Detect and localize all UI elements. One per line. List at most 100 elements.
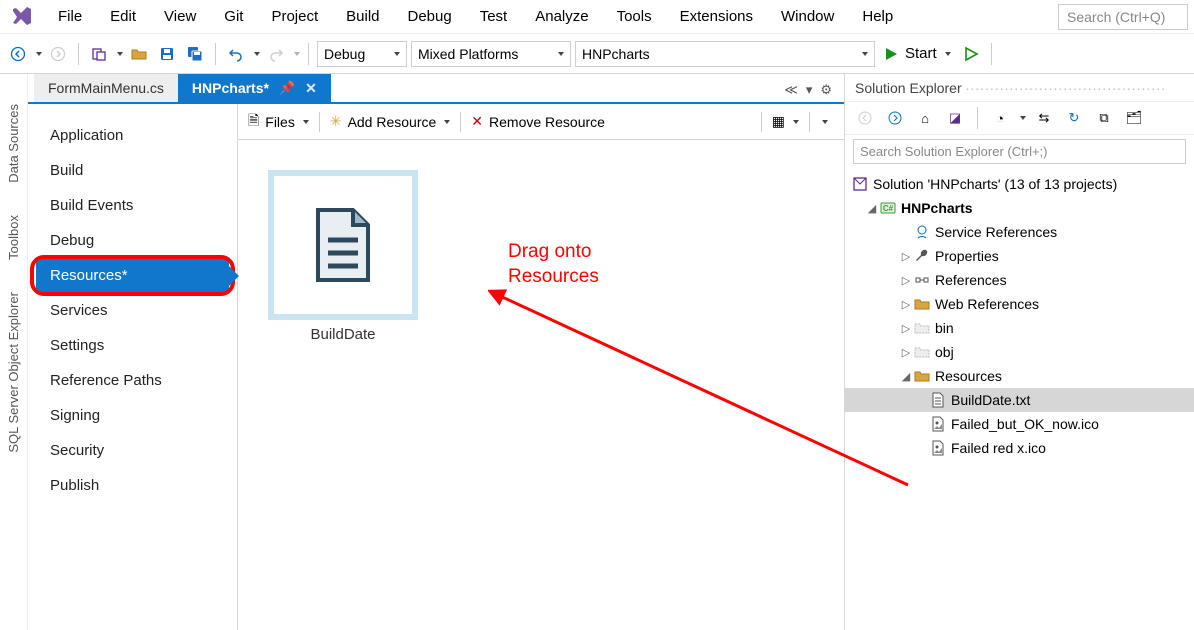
tree-folder[interactable]: ▷ Properties [845,244,1194,268]
sync-icon[interactable]: ⇆ [1032,106,1056,130]
resource-item[interactable]: BuildDate [268,170,418,343]
svg-text:C#: C# [883,204,894,213]
chevron-down-icon[interactable] [444,120,450,124]
access-modifier-dropdown[interactable]: ▦ [772,113,785,130]
back-icon[interactable] [853,106,877,130]
close-icon[interactable]: ✕ [305,80,317,97]
new-project-button[interactable] [87,42,111,66]
copy-icon[interactable]: 🗎 [248,110,259,134]
tree-folder[interactable]: ▷References [845,268,1194,292]
menu-item-extensions[interactable]: Extensions [666,2,767,31]
remove-icon[interactable]: ✕ [471,113,483,130]
document-tab[interactable]: HNPcharts* 📌 ✕ [178,74,331,102]
chevron-down-icon[interactable] [1020,116,1026,120]
menu-item-analyze[interactable]: Analyze [521,2,602,31]
resource-type-dropdown[interactable]: Files [265,114,295,130]
expander-icon[interactable]: ▷ [899,346,913,359]
start-without-debug-button[interactable] [959,42,983,66]
home-icon[interactable]: ⌂ [913,106,937,130]
prop-nav-item[interactable]: Resources* [36,258,229,293]
rail-sql-explorer[interactable]: SQL Server Object Explorer [6,284,21,461]
tree-folder[interactable]: ▷bin [845,316,1194,340]
menu-item-project[interactable]: Project [257,2,332,31]
new-icon[interactable]: ✳ [330,113,342,130]
show-all-files-icon[interactable]: 🗂 [1122,106,1146,130]
menu-item-test[interactable]: Test [466,2,522,31]
prop-nav-item[interactable]: Build [36,153,229,188]
undo-button[interactable] [224,42,248,66]
project-node[interactable]: ◢ C# HNPcharts [845,196,1194,220]
tree-service[interactable]: Service References [845,220,1194,244]
quick-search-input[interactable]: Search (Ctrl+Q) [1058,4,1188,30]
menu-item-edit[interactable]: Edit [96,2,150,31]
solution-config-combo[interactable]: Debug [317,41,407,67]
active-files-dropdown-icon[interactable]: ▾ [806,82,813,98]
menu-item-help[interactable]: Help [848,2,907,31]
menu-item-file[interactable]: File [44,2,96,31]
menu-item-window[interactable]: Window [767,2,848,31]
prop-nav-item[interactable]: Application [36,118,229,153]
save-all-button[interactable] [183,42,207,66]
forward-icon[interactable] [883,106,907,130]
prop-nav-item[interactable]: Build Events [36,188,229,223]
chevron-down-icon[interactable] [117,52,123,56]
expander-icon[interactable]: ◢ [899,370,913,383]
prop-nav-item[interactable]: Publish [36,468,229,503]
menu-item-build[interactable]: Build [332,2,393,31]
menu-item-view[interactable]: View [150,2,210,31]
document-tab[interactable]: FormMainMenu.cs [34,74,178,102]
start-debugging-button[interactable]: Start [879,43,955,64]
rail-toolbox[interactable]: Toolbox [6,207,21,268]
prop-nav-item[interactable]: Signing [36,398,229,433]
solution-platform-combo[interactable]: Mixed Platforms [411,41,571,67]
prop-nav-item[interactable]: Reference Paths [36,363,229,398]
refresh-icon[interactable]: ↻ [1062,106,1086,130]
expander-icon[interactable]: ▷ [899,274,913,287]
expander-icon[interactable]: ▷ [899,298,913,311]
chevron-down-icon[interactable] [294,52,300,56]
prop-nav-item[interactable]: Debug [36,223,229,258]
resource-surface[interactable]: BuildDate Drag ontoResources [238,140,844,630]
tree-folder[interactable]: ◢ Resources [845,364,1194,388]
expander-icon[interactable]: ◢ [865,202,879,215]
chevron-down-icon[interactable] [254,52,260,56]
tree-file[interactable]: BuildDate.txt [845,388,1194,412]
nav-forward-button[interactable] [46,42,70,66]
expander-icon[interactable]: ▷ [899,322,913,335]
pending-changes-filter-icon[interactable]: ◔ [988,106,1012,130]
tree-node-label: Properties [935,248,999,264]
solution-node[interactable]: Solution 'HNPcharts' (13 of 13 projects) [845,172,1194,196]
chevron-down-icon[interactable] [793,120,799,124]
expander-icon[interactable]: ▷ [899,250,913,263]
solution-search-input[interactable]: Search Solution Explorer (Ctrl+;) [853,139,1186,164]
tree-folder[interactable]: ▷obj [845,340,1194,364]
tree-node-label: Service References [935,224,1057,240]
open-file-button[interactable] [127,42,151,66]
collapse-all-icon[interactable]: ⧉ [1092,106,1116,130]
save-button[interactable] [155,42,179,66]
prop-nav-item[interactable]: Settings [36,328,229,363]
tree-file[interactable]: Failed red x.ico [845,436,1194,460]
tree-folder[interactable]: ▷Web References [845,292,1194,316]
chevron-down-icon[interactable] [822,120,828,124]
switch-views-icon[interactable]: ◪ [943,106,967,130]
menu-item-debug[interactable]: Debug [394,2,466,31]
prop-nav-item[interactable]: Security [36,433,229,468]
prop-nav-item[interactable]: Services [36,293,229,328]
redo-button[interactable] [264,42,288,66]
folder-icon [913,295,931,313]
pin-icon[interactable]: 📌 [279,80,295,96]
chevron-down-icon[interactable] [36,52,42,56]
tree-node-label: Resources [935,368,1002,384]
rail-data-sources[interactable]: Data Sources [6,96,21,191]
startup-project-combo[interactable]: HNPcharts [575,41,875,67]
scroll-tabs-icon[interactable]: ≪ [784,82,798,98]
chevron-down-icon[interactable] [303,120,309,124]
menu-item-tools[interactable]: Tools [603,2,666,31]
tree-file[interactable]: Failed_but_OK_now.ico [845,412,1194,436]
gear-icon[interactable]: ⚙ [820,82,832,98]
menu-item-git[interactable]: Git [210,2,257,31]
remove-resource-button[interactable]: Remove Resource [489,114,605,130]
add-resource-button[interactable]: Add Resource [348,114,437,130]
nav-back-button[interactable] [6,42,30,66]
